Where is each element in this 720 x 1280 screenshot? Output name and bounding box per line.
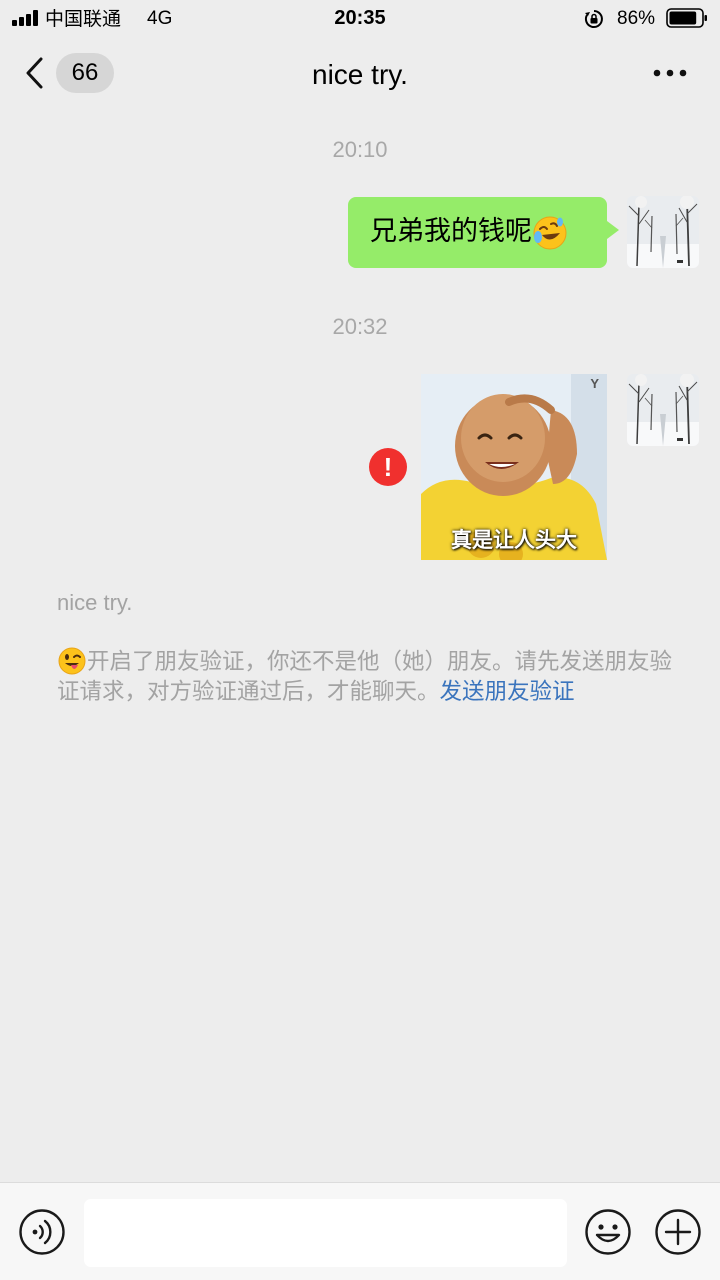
friend-verification-notice: 开启了朋友验证，你还不是他（她）朋友。请先发送朋友验证请求，对方验证通过后，才能… [57,646,677,707]
battery-percentage: 86% [617,8,656,29]
notice-text: 开启了朋友验证，你还不是他（她）朋友。请先发送朋友验证请求，对方验证通过后，才能… [57,649,673,705]
user-avatar[interactable] [627,374,699,446]
more-options-icon[interactable] [652,68,688,78]
sticker-watermark: Y [590,376,599,391]
message-timestamp: 20:10 [332,137,388,162]
sticker-caption: 真是让人头大 [451,528,577,552]
rotation-lock-icon [584,10,603,28]
message-text: 兄弟我的钱呢 [370,216,532,247]
sticker-message[interactable]: Y 真是让人头大 [421,374,607,560]
send-failed-icon[interactable]: ! [369,448,407,486]
status-bar: 中国联通 4G 20:35 86% [0,0,720,38]
winking-face-with-tongue-emoji [58,647,86,675]
emoji-picker-icon[interactable] [584,1208,632,1256]
voice-input-icon[interactable] [18,1208,66,1256]
message-input-bar [0,1182,720,1280]
message-text-input[interactable] [84,1199,567,1267]
message-timestamp: 20:32 [332,314,388,339]
system-contact-name: nice try. [57,590,133,615]
status-time: 20:35 [334,7,386,29]
send-friend-request-link[interactable]: 发送朋友验证 [440,679,575,705]
chat-header: 66 nice try. [0,38,720,110]
battery-icon [666,8,707,28]
rolling-on-floor-laughing-emoji [533,216,567,249]
chat-title: nice try. [312,59,408,90]
user-avatar[interactable] [627,196,699,268]
add-more-icon[interactable] [654,1208,702,1256]
message-bubble[interactable]: 兄弟我的钱呢 [348,197,619,268]
